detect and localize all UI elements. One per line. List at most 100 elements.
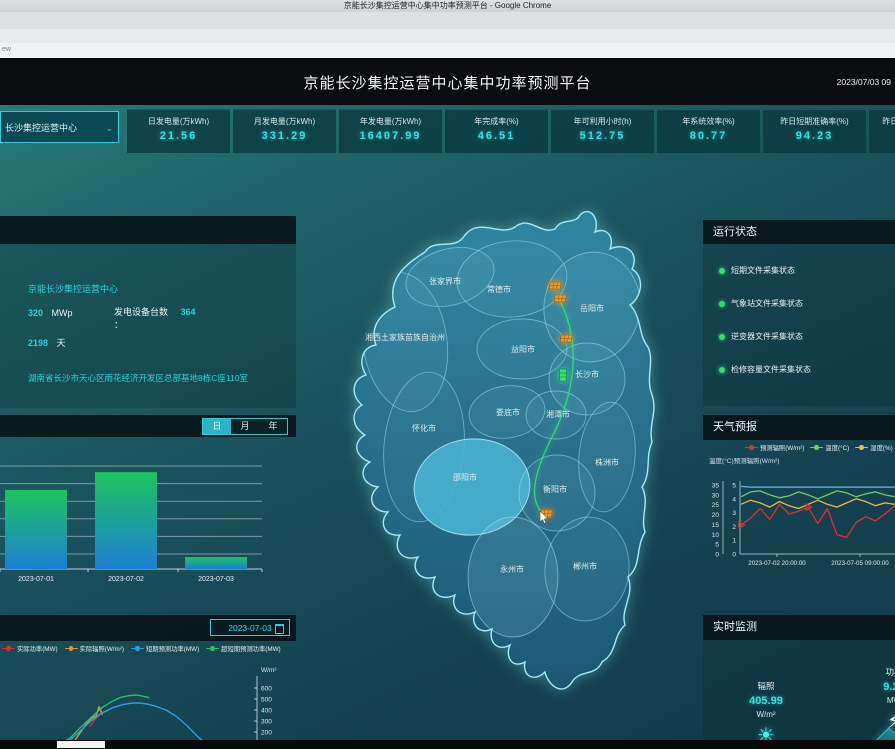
legend-item[interactable]: 实际功率(MW): [2, 644, 58, 653]
status-dot-icon: [719, 367, 725, 373]
legend-item[interactable]: 温度(°C): [810, 443, 849, 452]
inner-tick-label: 4: [732, 496, 736, 503]
kpi-tile: 昨日超短期准确率(%): [869, 109, 895, 153]
kpi-label: 月发电量(万kWh): [233, 116, 336, 127]
y-tick-label: 500: [261, 697, 272, 704]
city-label[interactable]: 永州市: [500, 564, 524, 574]
legend-item[interactable]: 短期预测功率(MW): [131, 644, 199, 653]
window-titlebar[interactable]: 京能长沙集控运营中心集中功率预测平台 - Google Chrome: [0, 0, 895, 12]
left-tick-label: 20: [712, 512, 720, 519]
tab-年[interactable]: 年: [259, 419, 287, 434]
generation-bar-chart-svg: 2023-07-012023-07-022023-07-03: [0, 437, 296, 595]
kpi-tile: 昨日短期准确率(%)94.23: [763, 109, 866, 153]
legend-item[interactable]: 预测辐照(W/m²): [745, 443, 804, 452]
device-count: 发电设备台数 364: [114, 305, 202, 318]
realtime-metric: 功率9.27MW⚡: [849, 666, 895, 740]
power-chart-legend: 实际功率(MW) 实际辐照(W/m²) 短期预测功率(MW) 超短期预测功率(MW): [2, 644, 298, 653]
date-picker[interactable]: 2023-07-03: [210, 619, 290, 636]
legend-item[interactable]: 湿度(%): [855, 443, 892, 452]
browser-addressbar-area[interactable]: [0, 29, 895, 43]
run-status-list: 短期文件采集状态气象站文件采集状态逆变器文件采集状态检修容量文件采集状态: [703, 244, 895, 406]
kpi-value: 94.23: [763, 130, 866, 142]
city-label[interactable]: 长沙市: [575, 369, 599, 379]
kpi-value: 46.51: [445, 130, 548, 142]
metric-platform: ⚡: [849, 715, 895, 740]
y-tick-label: 600: [261, 686, 272, 693]
x-tick-label: 2023-07-05 09:00:00: [831, 560, 889, 567]
taskbar-sliver: [0, 740, 895, 749]
city-label[interactable]: 怀化市: [412, 423, 436, 433]
legend-label: 温度(°C): [825, 443, 849, 452]
device-count-value: 364: [181, 307, 196, 317]
city-label[interactable]: 益阳市: [511, 344, 535, 354]
station-address: 湖南省长沙市天心区雨花经济开发区总部基地8栋C座110室: [28, 372, 288, 384]
x-axis-label: 2023-07-01: [18, 576, 54, 583]
kpi-label: 日发电量(万kWh): [127, 116, 230, 127]
power-forecast-panel: 2023-07-03 实际功率(MW) 实际辐照(W/m²) 短期预测功率(MW) 超…: [0, 615, 296, 740]
bar[interactable]: [95, 472, 157, 569]
header-datetime: 2023/07/03 09: [837, 77, 891, 87]
province-map[interactable]: 张家界市常德市岳阳市湘西土家族苗族自治州益阳市长沙市娄底市 湘潭市怀化市株洲市邵阳…: [300, 157, 702, 740]
left-tick-label: 35: [712, 483, 720, 490]
city-label[interactable]: 郴州市: [573, 561, 597, 571]
city-label[interactable]: 湘西土家族苗族自治州: [365, 332, 445, 342]
legend-label: 短期预测功率(MW): [146, 644, 199, 653]
generation-chart-header: 日月年: [0, 415, 296, 437]
station-capacity: 320 MWp: [28, 308, 73, 318]
kpi-label: 年可利用小时(h): [551, 116, 654, 127]
legend-label: 超短期预测功率(MW): [221, 644, 280, 653]
legend-label: 预测辐照(W/m²): [760, 443, 804, 452]
series-line: [741, 504, 895, 537]
legend-item[interactable]: 超短期预测功率(MW): [206, 644, 280, 653]
city-label[interactable]: 岳阳市: [580, 303, 604, 313]
metric-label: 功率: [849, 666, 895, 678]
legend-label: 湿度(%): [870, 443, 892, 452]
left-tick-label: 25: [712, 502, 720, 509]
left-tick-label: 15: [712, 522, 720, 529]
kpi-value: 16407.99: [339, 130, 442, 142]
legend-marker: [65, 646, 78, 651]
left-tick-label: 5: [715, 542, 719, 549]
kpi-label: 昨日超短期准确率(%): [869, 116, 895, 127]
green-plant-icon[interactable]: [560, 369, 567, 381]
device-count-colon: ：: [114, 318, 123, 331]
legend-marker: [206, 646, 219, 651]
status-item: 气象站文件采集状态: [719, 287, 895, 320]
city-label[interactable]: 衡阳市: [543, 484, 567, 494]
legend-marker: [131, 646, 144, 651]
city-label[interactable]: 邵阳市: [453, 472, 477, 482]
realtime-monitor-header: 实时监测: [703, 615, 895, 640]
tab-日[interactable]: 日: [203, 419, 231, 434]
city-label[interactable]: 株洲市: [595, 457, 619, 467]
kpi-value: 512.75: [551, 130, 654, 142]
kpi-tile: 年系统效率(%)80.77: [657, 109, 760, 153]
city-label[interactable]: 张家界市: [429, 276, 461, 286]
run-status-header: 运行状态: [703, 220, 895, 244]
series-line: [0, 707, 102, 740]
taskbar-item[interactable]: [57, 741, 105, 748]
legend-item[interactable]: 实际辐照(W/m²): [65, 644, 124, 653]
x-axis-label: 2023-07-02: [108, 576, 144, 583]
station-select[interactable]: 长沙集控运营中心 ⌄: [0, 111, 119, 143]
hunan-map-svg[interactable]: 张家界市常德市岳阳市湘西土家族苗族自治州益阳市长沙市娄底市 湘潭市怀化市株洲市邵阳…: [300, 157, 702, 740]
bar[interactable]: [185, 557, 247, 569]
metric-platform: ☀: [721, 729, 811, 740]
status-dot-icon: [719, 301, 725, 307]
kpi-value: 21.56: [127, 130, 230, 142]
metric-unit: MW: [849, 696, 895, 705]
city-label[interactable]: 湘潭市: [546, 409, 570, 419]
city-label[interactable]: 娄底市: [496, 407, 520, 417]
y-tick-label: 200: [261, 730, 272, 737]
station-info-panel: 京能长沙集控运营中心 320 MWp 发电设备台数 364 ： 2198 天 湖…: [0, 216, 296, 408]
bar[interactable]: [5, 490, 67, 569]
clipped-edge-text: ew: [2, 46, 11, 53]
browser-toolbar: [0, 12, 895, 29]
realtime-monitor-body: 辐照405.99W/m²☀功率9.27MW⚡: [703, 640, 895, 740]
date-picker-value: 2023-07-03: [228, 623, 271, 633]
weather-line-chart: 温度(°C)预测辐照(W/m²)353025201510505432102023…: [703, 453, 895, 577]
station-select-value: 长沙集控运营中心: [5, 123, 77, 133]
tab-月[interactable]: 月: [231, 419, 259, 434]
city-label[interactable]: 常德市: [487, 284, 511, 294]
series-line: [0, 703, 257, 740]
sun-icon: ☀: [721, 723, 811, 740]
